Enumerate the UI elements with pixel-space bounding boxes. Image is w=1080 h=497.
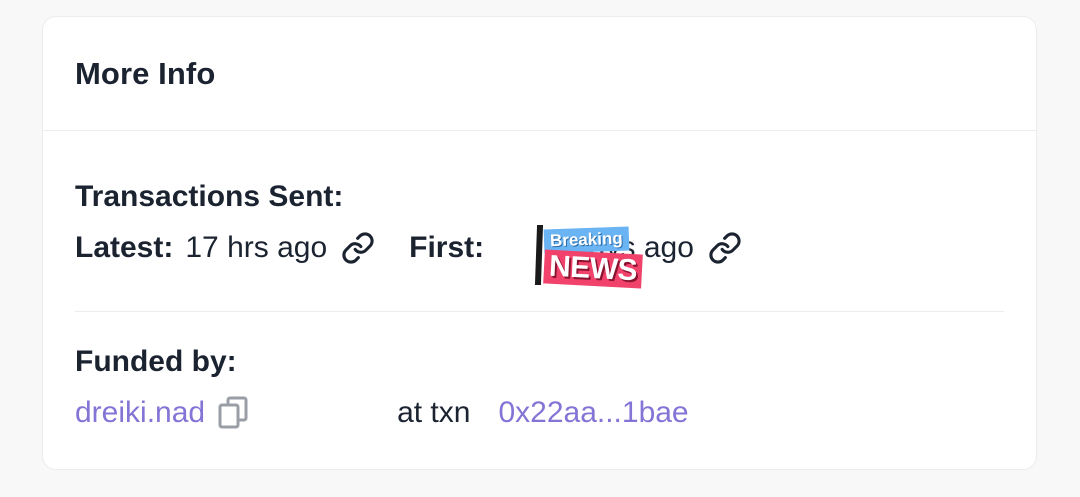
funding-row: dreiki.nad at txn 0x22aa...1bae [75, 395, 1004, 431]
latest-link-icon[interactable] [341, 231, 375, 265]
first-label: First: [409, 231, 485, 264]
first-link-icon[interactable] [708, 231, 742, 265]
txn-hash-link[interactable]: 0x22aa...1bae [498, 395, 688, 431]
copy-icon[interactable] [217, 395, 251, 431]
latest-value: 17 hrs ago [185, 231, 328, 264]
section-divider [75, 311, 1004, 312]
funded-by-heading: Funded by: [75, 345, 237, 378]
at-txn-label: at txn [397, 396, 471, 429]
transactions-section: Transactions Sent: Latest: 17 hrs ago Fi… [75, 179, 1004, 266]
funding-section: Funded by: dreiki.nad at txn 0x22aa...1b… [75, 344, 1004, 431]
latest-label: Latest: [75, 231, 174, 264]
funder-link[interactable]: dreiki.nad [75, 395, 205, 431]
more-info-card: More Info Transactions Sent: Latest: 17 … [42, 16, 1037, 470]
transactions-row: Latest: 17 hrs ago First: days ago [75, 230, 1004, 266]
transactions-heading: Transactions Sent: [75, 180, 344, 213]
first-group: First: days ago [375, 230, 742, 266]
first-value: days ago [572, 231, 694, 264]
card-header: More Info [43, 17, 1036, 131]
card-title: More Info [75, 55, 216, 91]
